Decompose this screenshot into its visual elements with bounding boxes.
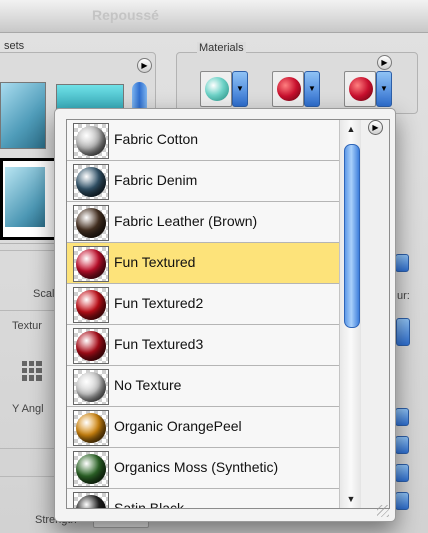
- material-item-selected[interactable]: Fun Textured: [67, 243, 339, 284]
- material-item[interactable]: No Texture: [67, 366, 339, 407]
- popup-menu-button[interactable]: ▶: [368, 120, 383, 135]
- color-dropdown-button[interactable]: [396, 318, 410, 346]
- material-thumbnail: [73, 246, 109, 282]
- texture-label: Textur: [12, 320, 42, 332]
- resize-grip-icon[interactable]: [377, 505, 389, 517]
- stepper-button[interactable]: [395, 436, 409, 454]
- material-thumbnail: [73, 410, 109, 446]
- material-item[interactable]: Fabric Denim: [67, 161, 339, 202]
- material-thumbnail: [73, 287, 109, 323]
- material-item-label: Fabric Cotton: [114, 131, 199, 147]
- window-title: Repoussé: [92, 7, 159, 23]
- material-sphere-icon: [76, 249, 106, 279]
- preset-thumbnail[interactable]: [0, 82, 46, 149]
- material-sphere-icon: [76, 167, 106, 197]
- y-angle-label: Y Angl: [12, 403, 44, 415]
- material-item-label: Organic OrangePeel: [114, 418, 242, 434]
- presets-label: sets: [4, 40, 25, 52]
- material-sphere-icon: [76, 454, 106, 484]
- material-sphere-icon: [76, 126, 106, 156]
- material-item[interactable]: Fun Textured3: [67, 325, 339, 366]
- material-item[interactable]: Fabric Cotton: [67, 120, 339, 161]
- material-item-label: No Texture: [114, 377, 182, 393]
- divider: [0, 310, 56, 311]
- material-list: Fabric Cotton Fabric Denim Fabric Leather …: [66, 119, 390, 509]
- material-sphere-icon: [76, 290, 106, 320]
- stepper-button[interactable]: [395, 254, 409, 272]
- stepper-button[interactable]: [395, 492, 409, 510]
- presets-menu-button[interactable]: ▶: [137, 58, 152, 73]
- material-sphere-icon: [76, 331, 106, 361]
- material-thumbnail: [73, 164, 109, 200]
- material-ball-icon: [277, 77, 301, 101]
- extrusion-material-swatch[interactable]: [344, 71, 376, 107]
- scroll-up-arrow-icon[interactable]: ▲: [340, 120, 362, 138]
- scrollbar[interactable]: ▲ ▼: [339, 120, 362, 508]
- popup-side-area: [361, 120, 389, 508]
- material-item-label: Fabric Denim: [114, 172, 198, 188]
- bevel-material-dropdown[interactable]: ▼: [304, 71, 320, 107]
- materials-menu-button[interactable]: ▶: [377, 55, 392, 70]
- material-sphere-icon: [76, 495, 106, 508]
- bevel-material-swatch[interactable]: [272, 71, 304, 107]
- material-ball-icon: [205, 77, 229, 101]
- material-item-label: Fun Textured: [114, 254, 196, 270]
- material-thumbnail: [73, 328, 109, 364]
- front-material-dropdown[interactable]: ▼: [232, 71, 248, 107]
- material-thumbnail: [73, 123, 109, 159]
- stepper-button[interactable]: [395, 408, 409, 426]
- material-item-label: Fabric Leather (Brown): [114, 213, 258, 229]
- material-item[interactable]: Organic OrangePeel: [67, 407, 339, 448]
- material-picker-popup: Fabric Cotton Fabric Denim Fabric Leather …: [54, 108, 396, 522]
- material-item-label: Satin Black: [114, 500, 185, 509]
- materials-label: Materials: [197, 42, 246, 54]
- material-thumbnail: [73, 205, 109, 241]
- divider: [0, 448, 56, 449]
- scroll-thumb[interactable]: [344, 144, 360, 328]
- material-thumbnail: [73, 451, 109, 487]
- preset-thumbnail-image: [5, 167, 45, 227]
- color-label-partial: ur:: [397, 290, 410, 302]
- material-item[interactable]: Fun Textured2: [67, 284, 339, 325]
- preset-thumbnail-selected[interactable]: [0, 158, 58, 240]
- material-item[interactable]: Organics Moss (Synthetic): [67, 448, 339, 489]
- material-item-label: Fun Textured2: [114, 295, 204, 311]
- material-item-label: Organics Moss (Synthetic): [114, 459, 279, 475]
- material-item-label: Fun Textured3: [114, 336, 204, 352]
- front-material-swatch[interactable]: [200, 71, 232, 107]
- material-thumbnail: [73, 492, 109, 508]
- material-sphere-icon: [76, 413, 106, 443]
- extrusion-material-dropdown[interactable]: ▼: [376, 71, 392, 107]
- scale-label: Scal: [33, 288, 55, 300]
- scroll-down-arrow-icon[interactable]: ▼: [340, 490, 362, 508]
- divider: [0, 250, 56, 251]
- material-thumbnail: [73, 369, 109, 405]
- title-bar: Repoussé: [0, 0, 428, 33]
- material-sphere-icon: [76, 208, 106, 238]
- divider: [0, 476, 56, 477]
- material-sphere-icon: [76, 372, 106, 402]
- stepper-button[interactable]: [395, 464, 409, 482]
- material-item[interactable]: Satin Black: [67, 489, 339, 509]
- grid-icon[interactable]: [22, 361, 42, 381]
- material-item[interactable]: Fabric Leather (Brown): [67, 202, 339, 243]
- material-ball-icon: [349, 77, 373, 101]
